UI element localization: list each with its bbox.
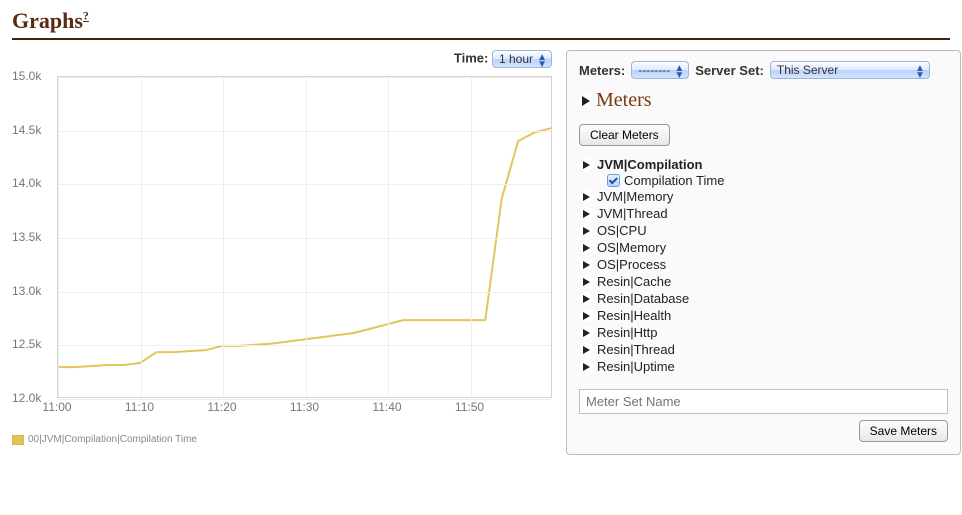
page-title-text: Graphs	[12, 8, 83, 33]
meters-panel: Meters: -------- ▲▼ Server Set: This Ser…	[566, 50, 961, 455]
tree-group[interactable]: JVM|Memory	[579, 188, 948, 205]
x-tick-label: 11:10	[125, 400, 154, 414]
legend-swatch	[12, 435, 24, 445]
meters-heading[interactable]: Meters	[579, 89, 948, 112]
tree-group-label: OS|Memory	[597, 240, 666, 255]
time-label: Time:	[454, 50, 488, 65]
expand-icon	[580, 343, 593, 356]
title-separator	[12, 38, 950, 40]
y-tick-label: 13.5k	[12, 230, 41, 244]
tree-child-label: Compilation Time	[624, 173, 724, 188]
expand-icon	[580, 224, 593, 237]
meter-set-name-input[interactable]	[579, 389, 948, 414]
clear-meters-button[interactable]: Clear Meters	[579, 124, 670, 146]
meters-tree: JVM|Compilation Compilation Time JVM|Mem…	[579, 156, 948, 375]
x-tick-label: 11:50	[455, 400, 484, 414]
tree-group-label: Resin|Uptime	[597, 359, 675, 374]
x-tick-label: 11:20	[207, 400, 236, 414]
expand-icon	[580, 360, 593, 373]
tree-group-label: Resin|Http	[597, 325, 657, 340]
time-select[interactable]: 1 hour ▲▼	[492, 50, 552, 68]
meters-heading-text: Meters	[596, 89, 652, 112]
tree-group[interactable]: OS|CPU	[579, 222, 948, 239]
tree-group[interactable]: Resin|Cache	[579, 273, 948, 290]
server-set-select[interactable]: This Server ▲▼	[770, 61, 930, 79]
y-tick-label: 14.5k	[12, 123, 41, 137]
tree-group[interactable]: Resin|Uptime	[579, 358, 948, 375]
server-set-value: This Server	[777, 63, 838, 77]
expand-icon	[580, 258, 593, 271]
time-select-value: 1 hour	[499, 52, 533, 66]
x-tick-label: 11:40	[372, 400, 401, 414]
save-meters-button[interactable]: Save Meters	[859, 420, 948, 442]
expand-icon	[580, 241, 593, 254]
dropdown-caret-icon: ▲▼	[674, 65, 684, 79]
help-link[interactable]: ?	[83, 9, 89, 23]
page-title: Graphs?	[12, 8, 950, 34]
tree-group[interactable]: Resin|Health	[579, 307, 948, 324]
tree-group[interactable]: Resin|Database	[579, 290, 948, 307]
legend-label: 00|JVM|Compilation|Compilation Time	[28, 434, 197, 445]
expand-icon	[580, 207, 593, 220]
y-tick-label: 12.5k	[12, 337, 41, 351]
y-tick-label: 15.0k	[12, 69, 41, 83]
tree-group-label: OS|Process	[597, 257, 666, 272]
tree-group-label: Resin|Database	[597, 291, 689, 306]
meters-label: Meters:	[579, 63, 625, 78]
expand-icon	[580, 190, 593, 203]
meters-select-value: --------	[638, 63, 670, 77]
chart-series-line	[58, 128, 551, 367]
chart-container: 12.0k 12.5k 13.0k 13.5k 14.0k 14.5k 15.0k 11:00…	[12, 72, 552, 432]
tree-child-compilation-time[interactable]: Compilation Time	[579, 173, 948, 188]
tree-group-label: JVM|Compilation	[597, 157, 702, 172]
expand-icon	[580, 275, 593, 288]
meters-select[interactable]: -------- ▲▼	[631, 61, 689, 79]
tree-group[interactable]: OS|Process	[579, 256, 948, 273]
server-set-label: Server Set:	[695, 63, 764, 78]
checkbox-checked-icon[interactable]	[607, 174, 620, 187]
y-tick-label: 14.0k	[12, 176, 41, 190]
expand-icon	[580, 309, 593, 322]
dropdown-caret-icon: ▲▼	[537, 54, 547, 68]
time-selector-row: Time: 1 hour ▲▼	[12, 50, 552, 68]
tree-group[interactable]: Resin|Thread	[579, 341, 948, 358]
tree-group-label: Resin|Health	[597, 308, 671, 323]
y-tick-label: 13.0k	[12, 284, 41, 298]
dropdown-caret-icon: ▲▼	[915, 65, 925, 79]
tree-group-label: Resin|Cache	[597, 274, 671, 289]
x-tick-label: 11:00	[42, 400, 71, 414]
y-tick-label: 12.0k	[12, 391, 41, 405]
tree-group-label: Resin|Thread	[597, 342, 675, 357]
tree-group[interactable]: JVM|Thread	[579, 205, 948, 222]
tree-group[interactable]: OS|Memory	[579, 239, 948, 256]
tree-group[interactable]: Resin|Http	[579, 324, 948, 341]
expand-icon	[579, 94, 592, 107]
tree-group-label: OS|CPU	[597, 223, 647, 238]
tree-group-label: JVM|Thread	[597, 206, 668, 221]
expand-icon	[580, 326, 593, 339]
collapse-icon	[580, 158, 593, 171]
tree-group-label: JVM|Memory	[597, 189, 673, 204]
chart-plot-area[interactable]	[57, 76, 552, 398]
chart-legend: 00|JVM|Compilation|Compilation Time	[12, 434, 552, 445]
tree-group-selected[interactable]: JVM|Compilation	[579, 156, 948, 173]
expand-icon	[580, 292, 593, 305]
x-tick-label: 11:30	[290, 400, 319, 414]
